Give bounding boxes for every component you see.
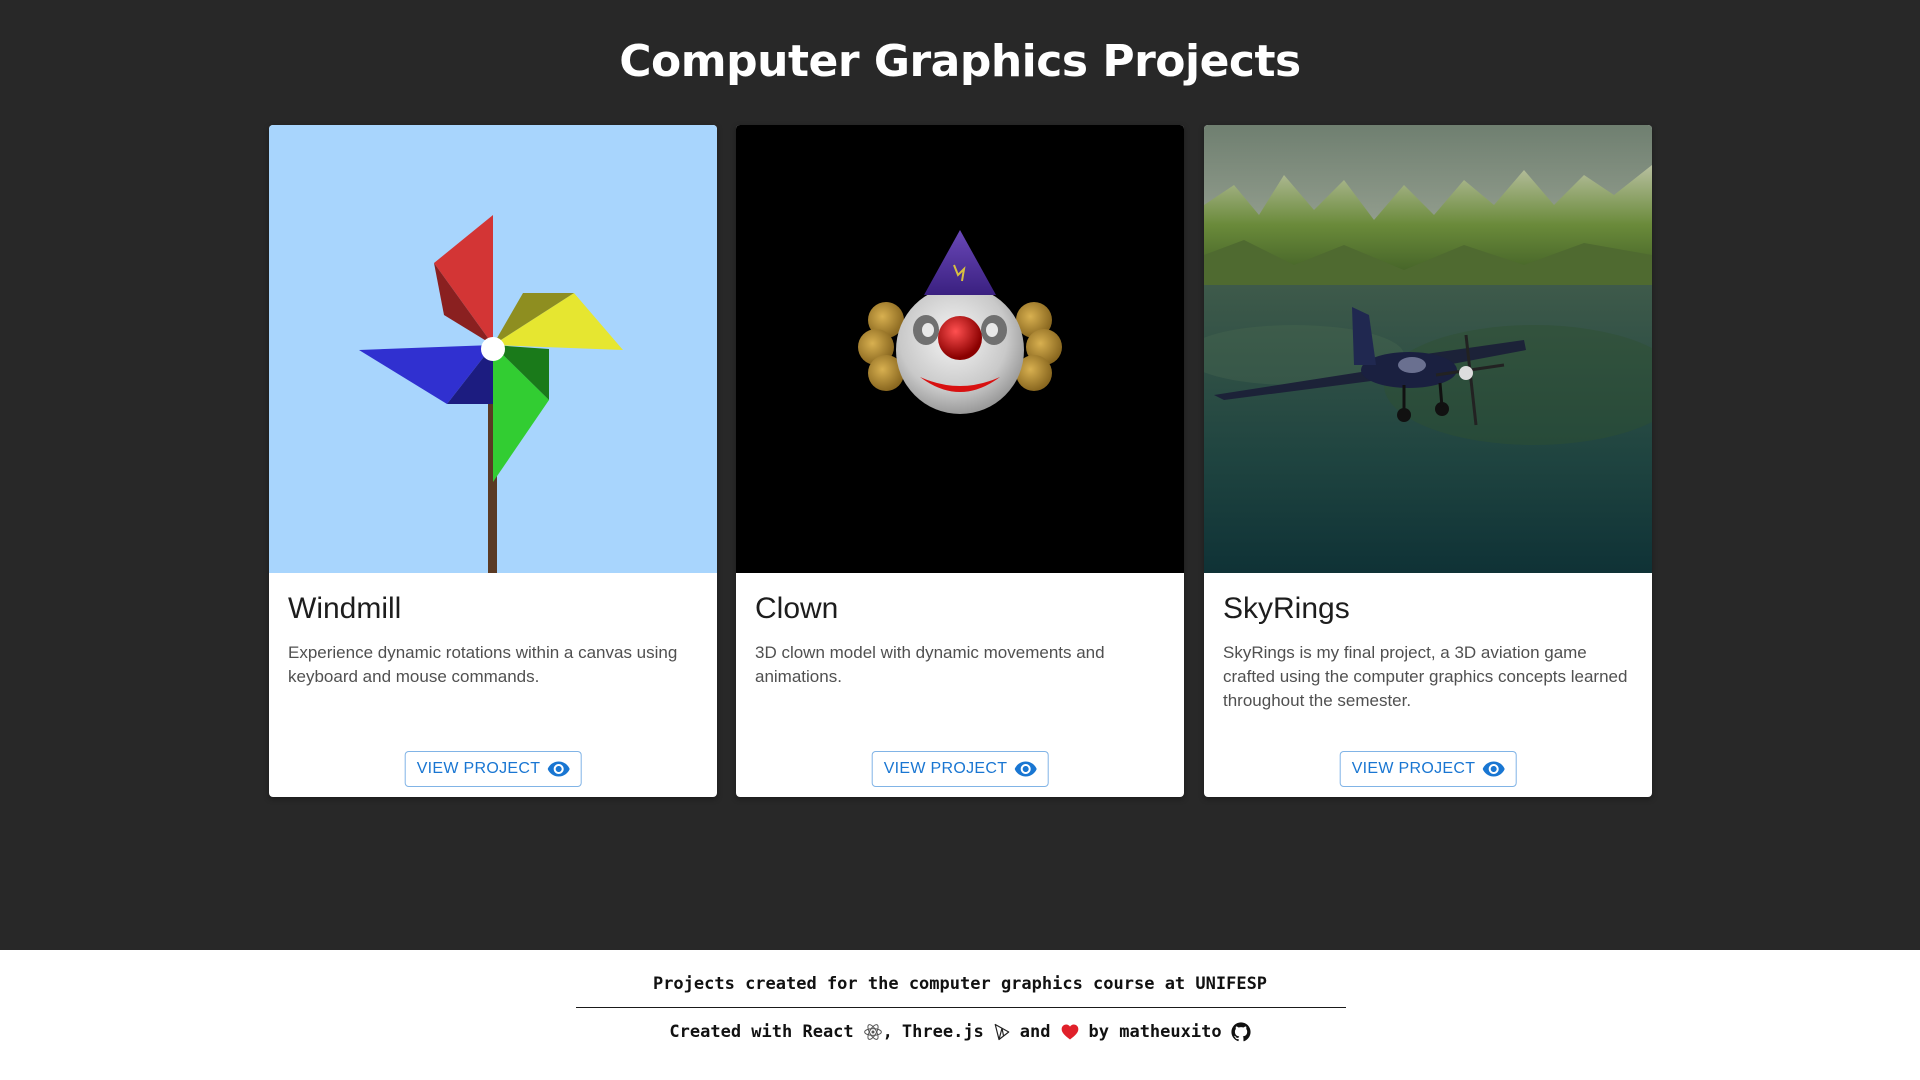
project-description: 3D clown model with dynamic movements an…	[755, 643, 1105, 686]
project-description: SkyRings is my final project, a 3D aviat…	[1223, 643, 1628, 710]
react-icon	[863, 1024, 882, 1040]
eye-icon	[547, 761, 570, 777]
main-section: Computer Graphics Projects Windmill Expe…	[0, 0, 1920, 950]
project-card-skyrings: SkyRings SkyRings is my final project, a…	[1204, 125, 1652, 797]
footer-threejs: Three.js	[901, 1022, 984, 1042]
page-title: Computer Graphics Projects	[619, 36, 1301, 87]
eye-icon	[1014, 761, 1037, 777]
view-project-button-windmill[interactable]: VIEW PROJECT	[404, 751, 582, 787]
github-icon[interactable]	[1230, 1022, 1251, 1042]
footer-credits: Created with React , Three.js and by mat…	[0, 1022, 1920, 1042]
view-project-label: VIEW PROJECT	[416, 760, 541, 777]
project-title: Clown	[755, 592, 839, 625]
project-card-windmill: Windmill Experience dynamic rotations wi…	[269, 125, 717, 797]
heart-icon	[1061, 1024, 1078, 1040]
skyrings-preview-image[interactable]	[1204, 125, 1652, 573]
view-project-button-skyrings[interactable]: VIEW PROJECT	[1339, 751, 1517, 787]
clown-preview-image[interactable]	[736, 125, 1184, 573]
footer-author[interactable]: by matheuxito	[1089, 1022, 1222, 1042]
footer: Projects created for the computer graphi…	[0, 950, 1920, 1080]
footer-divider	[576, 1007, 1346, 1008]
eye-icon	[1482, 761, 1505, 777]
view-project-button-clown[interactable]: VIEW PROJECT	[871, 751, 1049, 787]
project-description: Experience dynamic rotations within a ca…	[288, 643, 678, 686]
view-project-label: VIEW PROJECT	[883, 760, 1008, 777]
footer-and: and	[1019, 1022, 1051, 1042]
footer-created-with: Created with React	[669, 1022, 854, 1042]
view-project-label: VIEW PROJECT	[1351, 760, 1476, 777]
footer-comma: ,	[882, 1022, 893, 1042]
project-title: Windmill	[288, 592, 402, 625]
footer-course-note: Projects created for the computer graphi…	[652, 974, 1268, 994]
windmill-preview-image[interactable]	[269, 125, 717, 573]
project-card-clown: Clown 3D clown model with dynamic moveme…	[736, 125, 1184, 797]
project-title: SkyRings	[1223, 592, 1350, 625]
threejs-icon	[994, 1023, 1010, 1041]
